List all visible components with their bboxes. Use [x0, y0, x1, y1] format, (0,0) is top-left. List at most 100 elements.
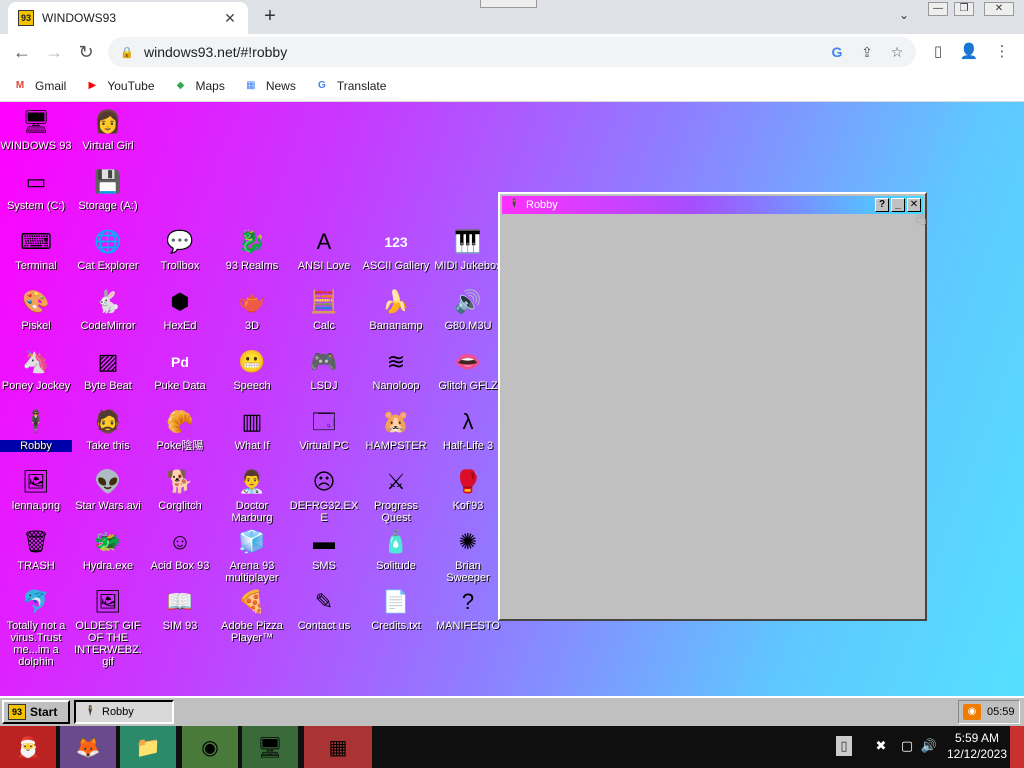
desktop-icon-solitude[interactable]: 🧴 Solitude: [360, 526, 432, 572]
desktop-icon-glitch-gflz[interactable]: 👄 Glitch GFLZ: [432, 346, 504, 392]
desktop-icon-windows-93[interactable]: 🖥 WINDOWS 93: [0, 106, 72, 152]
tab-search-chevron-icon[interactable]: ⌄: [894, 8, 914, 28]
minimize-window-icon[interactable]: —: [928, 2, 948, 16]
computer-app-icon[interactable]: 🖥: [242, 726, 298, 768]
volume-icon[interactable]: 🔊: [920, 736, 938, 756]
desktop-icon-star-wars-avi[interactable]: 👽 Star Wars.avi: [72, 466, 144, 512]
forward-icon[interactable]: →: [42, 40, 66, 64]
desktop-icon-oldest-gif[interactable]: 🖼 OLDEST GIF OF THE INTERWEBZ.gif: [72, 586, 144, 668]
close-window-icon[interactable]: ✕: [984, 2, 1014, 16]
desktop-icon-midi-jukebox[interactable]: 🎹 MIDI Jukebox: [432, 226, 504, 272]
desktop-icon-contact-us[interactable]: ✎ Contact us: [288, 586, 360, 632]
desktop-icon-corglitch[interactable]: 🐕 Corglitch: [144, 466, 216, 512]
desktop-icon-poney-jockey[interactable]: 🦄 Poney Jockey: [0, 346, 72, 392]
desktop-icon-credits-txt[interactable]: 📄 Credits.txt: [360, 586, 432, 632]
restore-window-icon[interactable]: ❐: [954, 2, 974, 16]
minimize-button[interactable]: _: [891, 198, 905, 212]
desktop-icon-manifesto[interactable]: ? MANIFESTO: [432, 586, 504, 632]
bookmark-gmail[interactable]: M Gmail: [12, 79, 67, 93]
santa-app-icon[interactable]: 🎅: [0, 726, 56, 768]
url-text[interactable]: windows93.net/#!robby: [144, 44, 826, 60]
bookmark-star-icon[interactable]: ☆: [886, 41, 908, 63]
desktop-icon-sim-93[interactable]: 📖 SIM 93: [144, 586, 216, 632]
desktop-icon-dolphin[interactable]: 🐬 Totally not a virus.Trust me...im a dol…: [0, 586, 72, 668]
bookmark-maps[interactable]: ◆ Maps: [173, 79, 225, 93]
tray-window-icon[interactable]: ▯: [836, 736, 852, 756]
desktop-icon-hexed[interactable]: ⬢ HexEd: [144, 286, 216, 332]
desktop-icon-storage-a[interactable]: 💾 Storage (A:): [72, 166, 144, 212]
desktop-icon-bananamp[interactable]: 🍌 Bananamp: [360, 286, 432, 332]
desktop-icon-93-realms[interactable]: 🐉 93 Realms: [216, 226, 288, 272]
desktop-icon-system-c[interactable]: ▭ System (C:): [0, 166, 72, 212]
share-icon[interactable]: ⇪: [856, 41, 878, 63]
desktop-icon-codemirror[interactable]: 🐇 CodeMirror: [72, 286, 144, 332]
bookmark-youtube[interactable]: ▶ YouTube: [84, 79, 154, 93]
rss-icon[interactable]: ◉: [963, 704, 981, 720]
desktop-icon-virtual-pc[interactable]: 🗔 Virtual PC: [288, 406, 360, 452]
red-app-icon[interactable]: ▦: [304, 726, 372, 768]
file-explorer-icon[interactable]: 📁: [120, 726, 176, 768]
google-lens-icon[interactable]: G: [826, 41, 848, 63]
desktop-icon-puke-data[interactable]: Pd Puke Data: [144, 346, 216, 392]
desktop-icon-acid-box-93[interactable]: ☺ Acid Box 93: [144, 526, 216, 572]
menu-kebab-icon[interactable]: ⋮: [990, 40, 1014, 64]
chrome-icon[interactable]: ◉: [182, 726, 238, 768]
desktop-icon-lenna-png[interactable]: 🖼 lenna.png: [0, 466, 72, 512]
desktop-icon-terminal[interactable]: ⌨ Terminal: [0, 226, 72, 272]
new-tab-icon[interactable]: +: [258, 5, 282, 29]
reload-icon[interactable]: ↻: [74, 40, 98, 64]
desktop-icon-kof93[interactable]: 🥊 Kof'93: [432, 466, 504, 512]
glitch-gflz-icon: 👄: [454, 349, 482, 374]
desktop-icon-half-life-3[interactable]: λ Half-Life 3: [432, 406, 504, 452]
desktop-icon-piskel[interactable]: 🎨 Piskel: [0, 286, 72, 332]
desktop-icon-label: Solitude: [376, 560, 416, 572]
firefox-icon[interactable]: 🦊: [60, 726, 116, 768]
desktop-icon-g80-m3u[interactable]: 🔊 G80.M3U: [432, 286, 504, 332]
side-panel-icon[interactable]: ▯: [926, 40, 950, 64]
desktop-icon-virtual-girl[interactable]: 👩 Virtual Girl: [72, 106, 144, 152]
desktop-icon-byte-beat[interactable]: ▨ Byte Beat: [72, 346, 144, 392]
desktop-icon-label: What If: [234, 440, 270, 452]
back-icon[interactable]: ←: [10, 40, 34, 64]
display-icon[interactable]: ▢: [898, 736, 916, 756]
window-grip[interactable]: [480, 0, 537, 8]
desktop-icon-nanoloop[interactable]: ≋ Nanoloop: [360, 346, 432, 392]
desktop-icon-take-this[interactable]: 🧔 Take this: [72, 406, 144, 452]
close-tab-icon[interactable]: ✕: [222, 10, 238, 26]
desktop-icon-defrg32-exe[interactable]: ☹ DEFRG32.EXE: [288, 466, 360, 524]
desktop-icon-what-if[interactable]: ▥ What If: [216, 406, 288, 452]
bookmark-news[interactable]: ▦ News: [243, 79, 296, 93]
address-bar[interactable]: 🔒 windows93.net/#!robby G ⇪ ☆: [108, 37, 916, 67]
desktop-icon-sms[interactable]: ▬ SMS: [288, 526, 360, 572]
desktop-icon-robby[interactable]: 🕴 Robby: [0, 406, 72, 452]
desktop-icon-progress-quest[interactable]: ⚔ Progress Quest: [360, 466, 432, 524]
desktop-icon-ansi-love[interactable]: A ANSI Love: [288, 226, 360, 272]
desktop-icon-speech[interactable]: 😬 Speech: [216, 346, 288, 392]
desktop-icon-3d[interactable]: 🫖 3D: [216, 286, 288, 332]
taskbar-item-robby[interactable]: 🕴 Robby: [74, 700, 174, 724]
profile-avatar-icon[interactable]: 👤: [957, 40, 981, 64]
show-desktop-button[interactable]: [1010, 726, 1024, 768]
robby-window[interactable]: 🕴 Robby ? _ ✕: [498, 192, 927, 621]
help-button[interactable]: ?: [875, 198, 889, 212]
window-titlebar[interactable]: 🕴 Robby ? _ ✕: [502, 196, 923, 214]
start-button[interactable]: 93 Start: [2, 700, 70, 724]
desktop-icon-adobe-pizza-player[interactable]: 🍕 Adobe Pizza Player™: [216, 586, 288, 644]
desktop-icon-poke[interactable]: 🥐 Poke陰陽: [144, 406, 216, 452]
desktop-icon-ascii-gallery[interactable]: 123 ASCII Gallery: [360, 226, 432, 272]
desktop-icon-cat-explorer[interactable]: 🌐 Cat Explorer: [72, 226, 144, 272]
desktop-icon-lsdj[interactable]: 🎮 LSDJ: [288, 346, 360, 392]
desktop-icon-brian-sweeper[interactable]: ✺ Brian Sweeper: [432, 526, 504, 584]
network-off-icon[interactable]: ✖: [872, 736, 890, 756]
desktop-icon-calc[interactable]: 🧮 Calc: [288, 286, 360, 332]
desktop-icon-hydra-exe[interactable]: 🐲 Hydra.exe: [72, 526, 144, 572]
desktop-icon-doctor-marburg[interactable]: 👨‍⚕️ Doctor Marburg: [216, 466, 288, 524]
desktop-icon-trollbox[interactable]: 💬 Trollbox: [144, 226, 216, 272]
tab-windows93[interactable]: 93 WINDOWS93 ✕: [8, 2, 248, 34]
desktop-icon-arena-93[interactable]: 🧊 Arena 93 multiplayer: [216, 526, 288, 584]
desktop-icon-label: Corglitch: [158, 500, 202, 512]
bookmark-translate[interactable]: G Translate: [314, 79, 386, 93]
desktop-icon-trash[interactable]: 🗑 TRASH: [0, 526, 72, 572]
desktop-icon-hampster[interactable]: 🐹 HAMPSTER: [360, 406, 432, 452]
system-clock[interactable]: 5:59 AM 12/12/2023: [944, 730, 1010, 762]
